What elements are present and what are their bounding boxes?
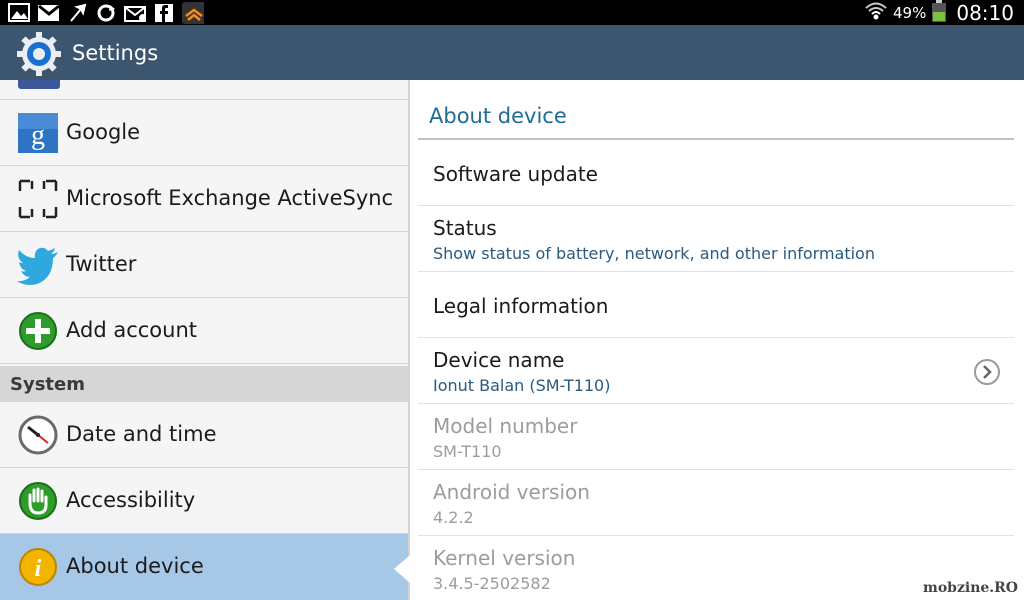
settings-gear-icon[interactable] xyxy=(16,31,62,77)
list-item-label: Twitter xyxy=(66,252,137,276)
item-summary: Ionut Balan (SM-T110) xyxy=(433,376,611,395)
hand-icon xyxy=(16,479,60,523)
system-indicators: 49% 08:10 xyxy=(865,0,1014,25)
selection-indicator xyxy=(394,555,410,583)
facebook-account-icon xyxy=(16,80,60,89)
app-notification-icon xyxy=(182,1,204,24)
status-item[interactable]: Status Show status of battery, network, … xyxy=(418,206,1014,272)
list-item-google[interactable]: g Google xyxy=(0,100,408,166)
svg-text:i: i xyxy=(35,556,42,582)
section-header-system: System xyxy=(0,366,408,402)
item-title: Model number xyxy=(433,414,578,438)
svg-text:g: g xyxy=(31,120,45,151)
list-item-add-account[interactable]: Add account xyxy=(0,298,408,364)
list-item-label: Accessibility xyxy=(66,488,196,512)
list-item-label: Add account xyxy=(66,318,197,342)
device-name-item[interactable]: Device name Ionut Balan (SM-T110) xyxy=(418,338,1014,404)
chevron-right-icon[interactable] xyxy=(973,358,1001,386)
item-title: Android version xyxy=(433,480,590,504)
settings-category-list[interactable]: g Google Microsoft Exchange ActiveSync T… xyxy=(0,80,408,600)
list-item-label: Date and time xyxy=(66,422,217,446)
watermark: mobzine.RO xyxy=(923,580,1018,596)
item-title: Device name xyxy=(433,348,565,372)
gallery-icon xyxy=(8,2,30,23)
section-label: System xyxy=(10,374,85,395)
list-item-partial[interactable] xyxy=(0,80,408,100)
list-item-accessibility[interactable]: Accessibility xyxy=(0,468,408,534)
google-icon: g xyxy=(16,111,60,155)
app-title: Settings xyxy=(72,41,159,65)
about-device-panel[interactable]: About device Software update Status Show… xyxy=(418,80,1014,600)
list-item-about-device[interactable]: i About device xyxy=(0,534,408,600)
clock: 08:10 xyxy=(956,0,1014,25)
item-summary: 3.4.5-2502582 xyxy=(433,574,551,593)
battery-percent: 49% xyxy=(893,3,927,22)
sync-icon xyxy=(95,2,117,23)
legal-information-item[interactable]: Legal information xyxy=(418,272,1014,338)
missed-call-icon xyxy=(66,2,88,23)
panel-title: About device xyxy=(429,104,567,128)
list-item-date-time[interactable]: Date and time xyxy=(0,402,408,468)
list-item-twitter[interactable]: Twitter xyxy=(0,232,408,298)
status-bar: 49% 08:10 xyxy=(0,0,1024,25)
notification-icons xyxy=(8,1,204,24)
item-summary: SM-T110 xyxy=(433,442,502,461)
model-number-item: Model number SM-T110 xyxy=(418,404,1014,470)
item-summary: 4.2.2 xyxy=(433,508,474,527)
gmail-icon xyxy=(37,2,59,23)
item-title: Kernel version xyxy=(433,546,576,570)
info-icon: i xyxy=(16,545,60,589)
item-title: Legal information xyxy=(433,294,609,318)
pane-divider xyxy=(408,80,410,600)
exchange-icon xyxy=(16,177,60,221)
wifi-icon xyxy=(865,1,887,25)
list-item-label: Microsoft Exchange ActiveSync xyxy=(66,186,394,210)
twitter-icon xyxy=(16,243,60,287)
list-item-label: Google xyxy=(66,120,141,144)
item-title: Software update xyxy=(433,162,598,186)
clock-icon xyxy=(16,413,60,457)
facebook-icon xyxy=(153,2,175,23)
list-item-label: About device xyxy=(66,554,204,578)
item-summary: Show status of battery, network, and oth… xyxy=(433,244,875,263)
list-item-exchange[interactable]: Microsoft Exchange ActiveSync xyxy=(0,166,408,232)
android-version-item: Android version 4.2.2 xyxy=(418,470,1014,536)
action-bar: Settings xyxy=(0,25,1024,80)
item-title: Status xyxy=(433,216,497,240)
email-icon xyxy=(124,2,146,23)
software-update-item[interactable]: Software update xyxy=(418,140,1014,206)
add-icon xyxy=(16,309,60,353)
battery-icon xyxy=(932,0,947,26)
